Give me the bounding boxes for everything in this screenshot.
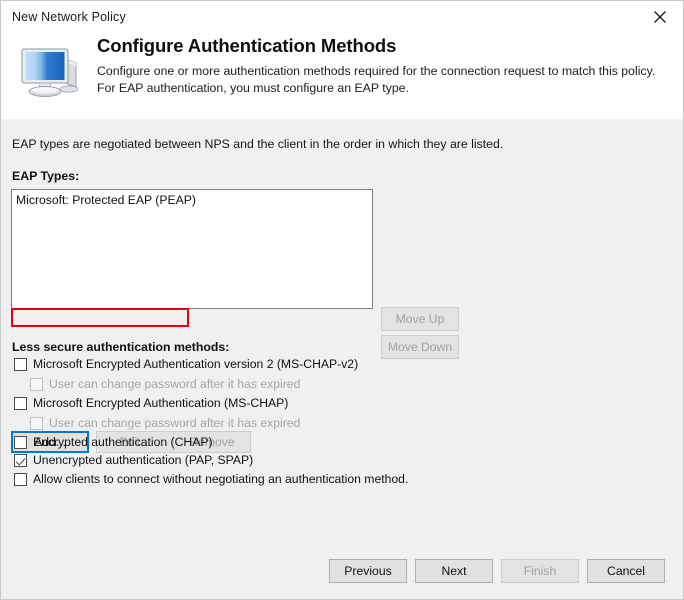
checkbox-label-mschapv2-change-password: User can change password after it has ex… [49,377,300,391]
checkbox-label-mschap-change-password: User can change password after it has ex… [49,416,300,430]
finish-button[interactable]: Finish [501,559,579,583]
page-description: Configure one or more authentication met… [97,63,657,97]
checkbox-row-mschapv2[interactable]: Microsoft Encrypted Authentication versi… [14,357,358,371]
intro-text: EAP types are negotiated between NPS and… [12,137,503,151]
move-up-button[interactable]: Move Up [381,307,459,331]
dialog-header: Configure Authentication Methods Configu… [1,33,683,119]
eap-types-label: EAP Types: [12,169,79,183]
title-bar: New Network Policy [1,1,683,33]
next-button[interactable]: Next [415,559,493,583]
close-button[interactable] [637,1,683,32]
checkbox-mschapv2[interactable] [14,358,27,371]
window-title: New Network Policy [1,1,126,24]
dialog-footer: Previous Next Finish Cancel [1,543,683,599]
checkbox-row-mschap[interactable]: Microsoft Encrypted Authentication (MS-C… [14,396,288,410]
checkbox-label-allow-no-negotiation: Allow clients to connect without negotia… [33,472,408,486]
computer-monitor-icon [11,33,89,119]
less-secure-methods-label: Less secure authentication methods: [12,340,229,354]
checkbox-label-unencrypted: Unencrypted authentication (PAP, SPAP) [33,453,253,467]
checkbox-chap[interactable] [14,436,27,449]
header-text-block: Configure Authentication Methods Configu… [89,33,669,119]
close-icon [653,10,667,24]
checkbox-row-chap[interactable]: Encrypted authentication (CHAP) [14,435,213,449]
checkbox-label-mschapv2: Microsoft Encrypted Authentication versi… [33,357,358,371]
checkbox-row-mschap-change-password[interactable]: User can change password after it has ex… [30,416,300,430]
checkbox-unencrypted[interactable] [14,454,27,467]
new-network-policy-dialog: New Network Policy [0,0,684,600]
checkbox-row-mschapv2-change-password[interactable]: User can change password after it has ex… [30,377,300,391]
move-down-button[interactable]: Move Down [381,335,459,359]
cancel-button[interactable]: Cancel [587,559,665,583]
checkbox-row-allow-no-negotiation[interactable]: Allow clients to connect without negotia… [14,472,408,486]
checkbox-label-chap: Encrypted authentication (CHAP) [33,435,213,449]
checkbox-row-unencrypted[interactable]: Unencrypted authentication (PAP, SPAP) [14,453,253,467]
checkbox-label-mschap: Microsoft Encrypted Authentication (MS-C… [33,396,288,410]
previous-button[interactable]: Previous [329,559,407,583]
eap-list-item-peap[interactable]: Microsoft: Protected EAP (PEAP) [12,190,200,209]
checkbox-mschapv2-change-password[interactable] [30,378,43,391]
checkbox-mschap-change-password[interactable] [30,417,43,430]
checkbox-allow-no-negotiation[interactable] [14,473,27,486]
page-title: Configure Authentication Methods [97,35,669,56]
checkbox-mschap[interactable] [14,397,27,410]
annotation-box-eap-list-item [11,308,189,327]
eap-types-listbox[interactable]: Microsoft: Protected EAP (PEAP) [11,189,373,309]
dialog-body: EAP types are negotiated between NPS and… [1,119,683,599]
